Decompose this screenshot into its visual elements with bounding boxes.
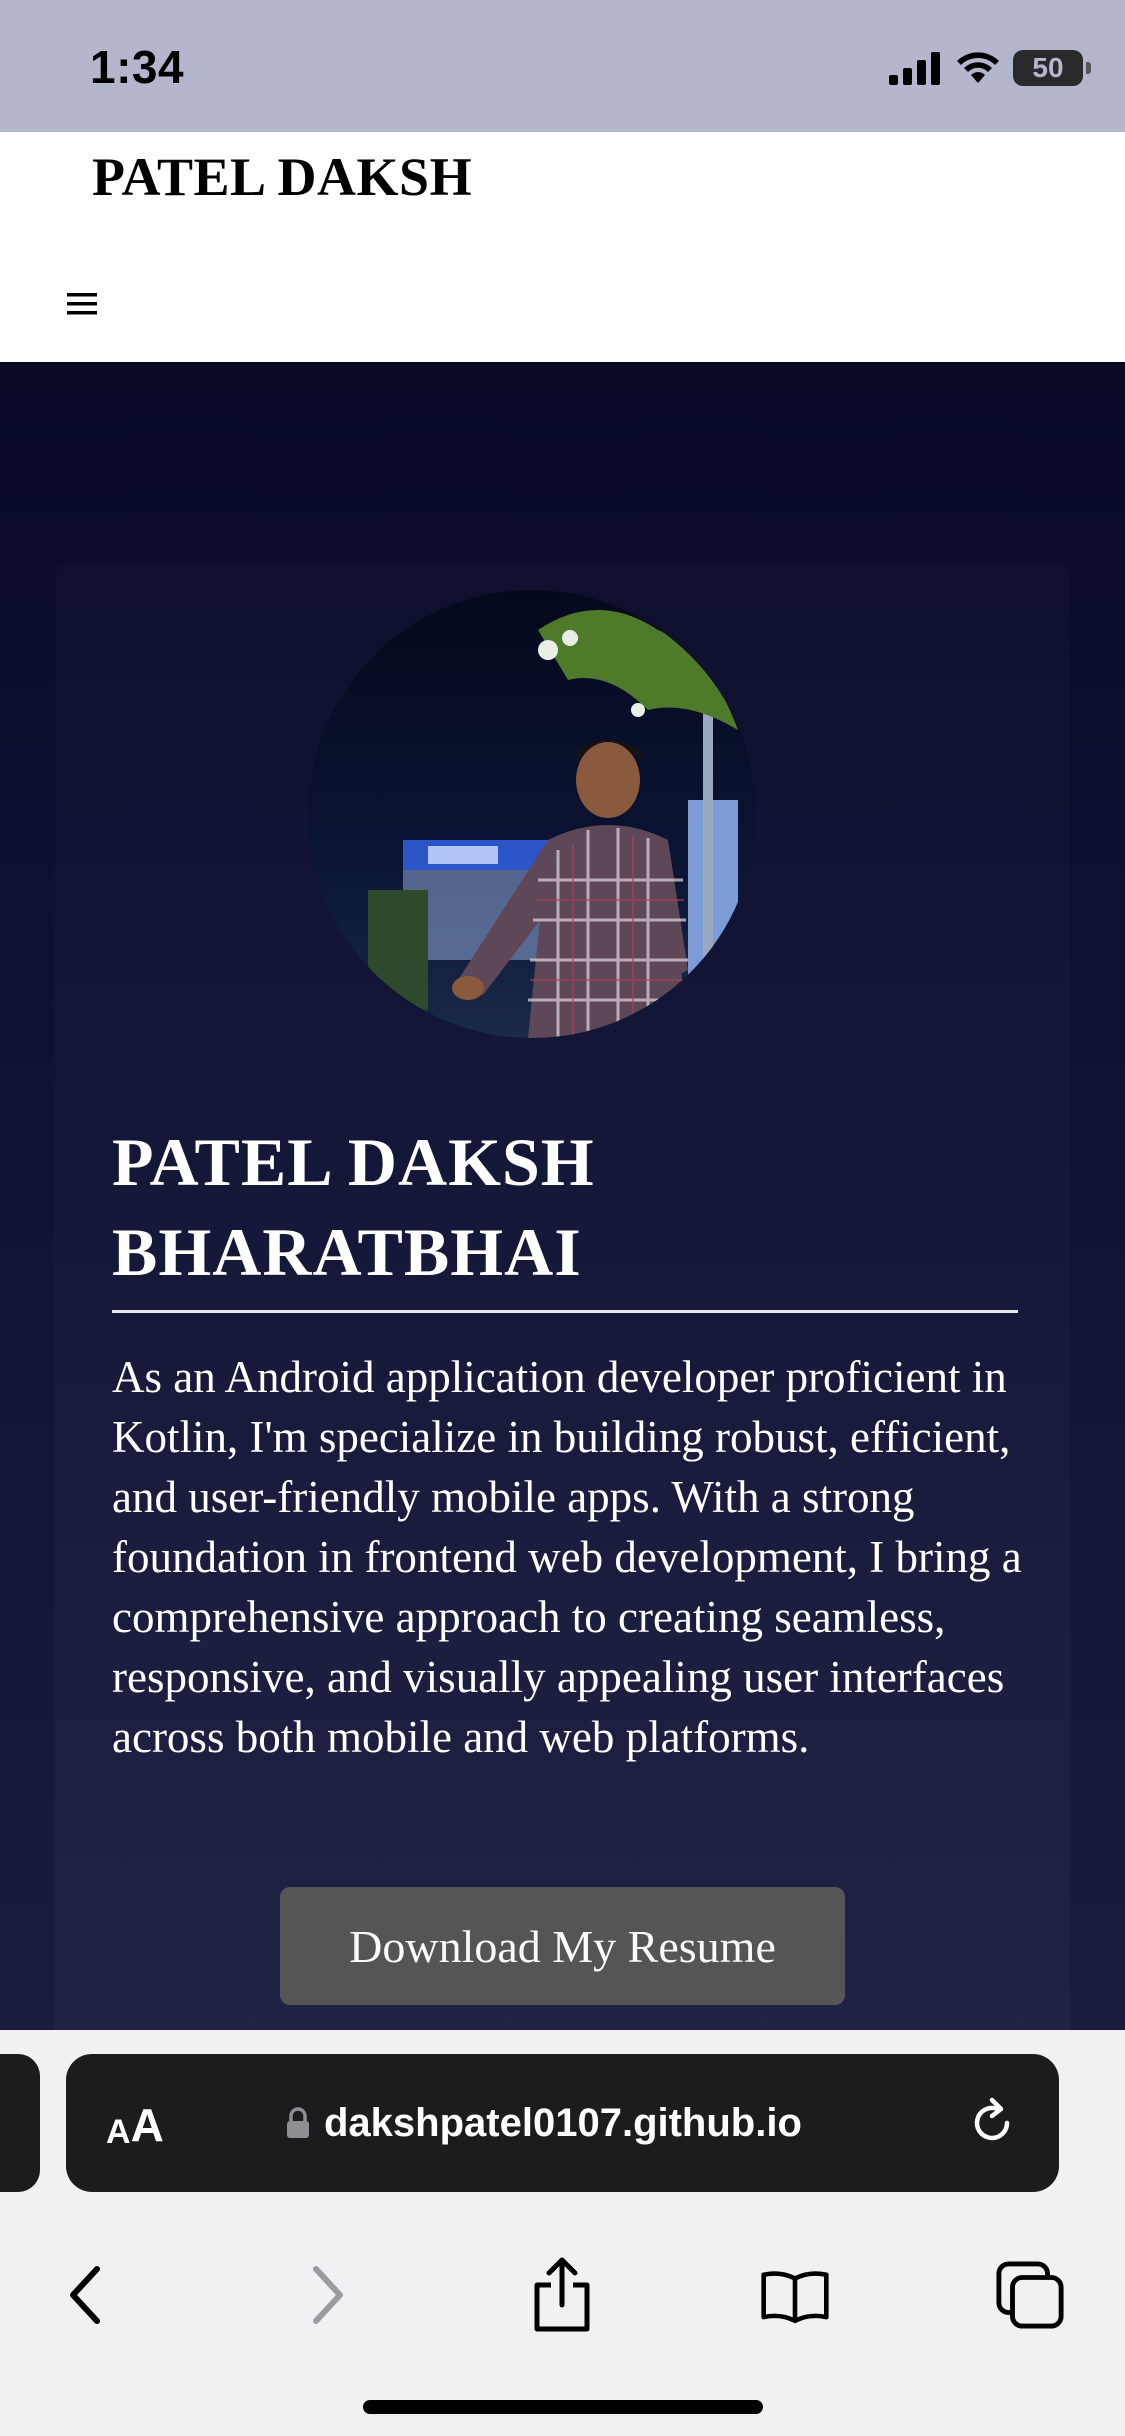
tabs-button[interactable] (995, 2260, 1065, 2330)
back-icon (70, 2266, 100, 2324)
download-resume-button[interactable]: Download My Resume (280, 1887, 845, 2005)
forward-button[interactable] (293, 2260, 363, 2330)
site-header: PATEL DAKSH (0, 132, 1125, 362)
lock-icon (287, 2107, 309, 2138)
url-text: dakshpatel0107.github.io (324, 2100, 802, 2145)
browser-toolbar (0, 2230, 1125, 2350)
reader-text-size-button[interactable]: A A (106, 2094, 164, 2152)
address-bar[interactable]: A A dakshpatel0107.github.io (66, 2054, 1059, 2192)
browser-bottom-bar: A A dakshpatel0107.github.io (0, 2030, 1125, 2436)
hamburger-menu-icon (67, 293, 97, 315)
status-time: 1:34 (90, 41, 185, 93)
url-display[interactable]: dakshpatel0107.github.io (286, 2094, 802, 2152)
bookmarks-button[interactable] (760, 2260, 830, 2330)
reload-icon (974, 2097, 1010, 2141)
share-icon (534, 2257, 590, 2332)
battery-level: 50 (1032, 52, 1064, 83)
share-button[interactable] (527, 2257, 597, 2332)
profile-photo (308, 590, 756, 1038)
hero-name: PATEL DAKSH BHARATBHAI (112, 1117, 812, 1297)
status-bar: 1:34 50 (0, 0, 1125, 132)
bookmarks-icon (761, 2271, 829, 2324)
wifi-icon (957, 52, 999, 83)
hero-bio: As an Android application developer prof… (112, 1352, 1022, 1762)
site-brand[interactable]: PATEL DAKSH (92, 146, 472, 208)
tabs-icon (996, 2261, 1064, 2329)
forward-icon (313, 2266, 343, 2324)
battery-icon: 50 (1013, 50, 1091, 86)
hero-divider (112, 1310, 1018, 1313)
hero-section: PATEL DAKSH BHARATBHAI As an Android app… (0, 362, 1125, 2032)
hero-name-line1: PATEL DAKSH (112, 1124, 595, 1200)
back-button[interactable] (50, 2260, 120, 2330)
status-icons: 50 (889, 46, 1091, 90)
previous-tab-peek[interactable] (0, 2054, 40, 2192)
cellular-signal-icon (889, 52, 940, 85)
hamburger-menu-button[interactable] (60, 282, 104, 326)
hero-name-line2: BHARATBHAI (112, 1214, 582, 1290)
home-indicator[interactable] (363, 2400, 763, 2414)
reload-button[interactable] (963, 2094, 1021, 2152)
